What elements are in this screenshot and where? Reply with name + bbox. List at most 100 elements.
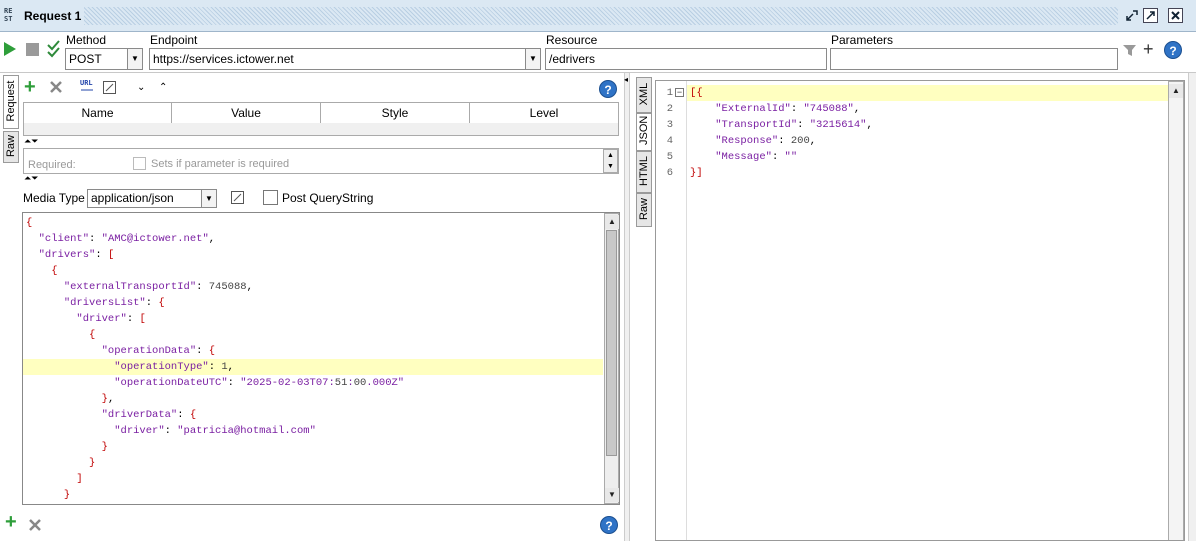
- title-stripe: [84, 7, 1118, 25]
- response-line: [{: [690, 87, 703, 99]
- endpoint-combobox[interactable]: https://services.ictower.net ▼: [149, 48, 541, 70]
- code-line: "externalTransportId": 745088,: [63, 281, 253, 293]
- response-line: "TransportId": "3215614",: [715, 119, 873, 131]
- required-checkbox[interactable]: [133, 157, 146, 170]
- add-param-icon[interactable]: +: [1143, 39, 1154, 60]
- chevron-down-icon[interactable]: ▼: [127, 49, 142, 69]
- delete-icon[interactable]: [49, 80, 63, 97]
- col-header-style[interactable]: Style: [321, 103, 470, 123]
- request-title: Request 1: [24, 9, 82, 23]
- run-icon[interactable]: [2, 41, 18, 60]
- code-line: {: [51, 265, 58, 277]
- help-icon-bottom[interactable]: ?: [600, 516, 618, 534]
- request-body-editor[interactable]: { "client": "AMC@ictower.net", "drivers"…: [22, 212, 620, 505]
- close-icon[interactable]: [1168, 8, 1183, 23]
- resource-input[interactable]: /edrivers: [545, 48, 827, 70]
- response-scrollbar[interactable]: ▲: [1168, 81, 1184, 540]
- code-line: {: [89, 329, 96, 341]
- delete-assertion-icon[interactable]: [28, 518, 42, 535]
- line-number: 1: [666, 87, 673, 99]
- maximize-icon[interactable]: [1143, 8, 1158, 23]
- help-icon-params[interactable]: ?: [599, 80, 617, 98]
- code-line: "operationDateUTC": "2025-02-03T07:51:00…: [114, 377, 405, 389]
- code-line: "driversList": {: [63, 297, 165, 309]
- uri-icon[interactable]: URL: [80, 80, 94, 95]
- post-querystring-label: Post QueryString: [282, 191, 374, 205]
- tab-html[interactable]: HTML: [636, 151, 652, 193]
- tab-raw-label: Raw: [5, 135, 17, 158]
- tab-json[interactable]: JSON: [636, 113, 652, 151]
- code-line: ]: [76, 473, 83, 485]
- col-header-level[interactable]: Level: [470, 103, 618, 123]
- code-line: "operationData": {: [101, 345, 216, 357]
- line-number: 5: [666, 151, 673, 163]
- media-type-value: application/json: [91, 191, 174, 205]
- method-label: Method: [66, 33, 107, 47]
- request-body-scrollbar[interactable]: ▲ ▼: [604, 213, 619, 504]
- code-line: }: [101, 441, 108, 453]
- chevron-down-icon[interactable]: ▼: [201, 190, 216, 207]
- title-bar: RE ST Request 1: [0, 0, 1196, 32]
- tab-json-label: JSON: [638, 115, 650, 145]
- tab-raw-response-label: Raw: [638, 198, 650, 221]
- response-line: "Message": "": [715, 151, 798, 163]
- endpoint-label: Endpoint: [150, 33, 198, 47]
- tab-request-label: Request: [5, 80, 17, 122]
- code-line: },: [101, 393, 115, 405]
- post-querystring-checkbox[interactable]: [263, 190, 278, 205]
- paste-params-icon[interactable]: [1122, 43, 1138, 60]
- fold-icon[interactable]: −: [675, 88, 684, 97]
- line-number: 6: [666, 167, 673, 179]
- code-line: "client": "AMC@ictower.net",: [38, 233, 216, 245]
- line-number: 2: [666, 103, 673, 115]
- request-body-text[interactable]: { "client": "AMC@ictower.net", "drivers"…: [26, 215, 404, 503]
- splitter[interactable]: [624, 73, 630, 541]
- edit-icon[interactable]: [231, 191, 244, 204]
- right-edge: [1188, 73, 1196, 541]
- resource-label: Resource: [546, 33, 598, 47]
- move-up-icon[interactable]: ⌃: [159, 82, 167, 93]
- response-viewer[interactable]: 1 2 3 4 5 6 − [{ "ExternalId": "745088", "Tra…: [655, 80, 1185, 541]
- help-icon[interactable]: ?: [1164, 41, 1182, 59]
- tab-raw[interactable]: Raw: [3, 131, 19, 163]
- response-text[interactable]: [{ "ExternalId": "745088", "TransportId"…: [690, 85, 873, 181]
- method-value: POST: [69, 52, 102, 66]
- scrollbar-thumb[interactable]: [606, 230, 617, 456]
- minimize-icon[interactable]: [1124, 8, 1139, 23]
- tab-request[interactable]: Request: [3, 75, 19, 129]
- col-header-name[interactable]: Name: [24, 103, 172, 123]
- code-line: {: [26, 217, 33, 229]
- code-line: "driver": [: [76, 313, 146, 325]
- collapse-toggle-icon[interactable]: ⏶⏷: [24, 137, 38, 146]
- required-scrollbar[interactable]: ▲ ▼: [603, 149, 618, 173]
- media-type-select[interactable]: application/json ▼: [87, 189, 217, 208]
- rest-icon: RE ST: [4, 7, 13, 23]
- collapse-left-icon[interactable]: ◂: [624, 75, 628, 84]
- tab-html-label: HTML: [638, 156, 650, 186]
- line-number: 3: [666, 119, 673, 131]
- code-line: "driverData": {: [101, 409, 197, 421]
- response-line: }]: [690, 167, 703, 179]
- validate-icon[interactable]: [46, 39, 62, 62]
- add-icon[interactable]: +: [24, 77, 36, 97]
- endpoint-value: https://services.ictower.net: [153, 52, 294, 66]
- collapse-toggle-icon-2[interactable]: ⏶⏷: [24, 174, 38, 183]
- chevron-down-icon[interactable]: ▼: [525, 49, 540, 69]
- code-line: }: [89, 457, 96, 469]
- move-down-icon[interactable]: ⌄: [137, 82, 145, 93]
- add-assertion-icon[interactable]: +: [5, 512, 17, 532]
- tab-xml[interactable]: XML: [636, 77, 652, 113]
- line-number: 4: [666, 135, 673, 147]
- stop-icon[interactable]: [26, 43, 39, 56]
- parameters-label: Parameters: [831, 33, 894, 47]
- response-line: "Response": 200,: [715, 135, 817, 147]
- divider: [0, 72, 1196, 73]
- code-line: }: [63, 489, 71, 501]
- tab-raw-response[interactable]: Raw: [636, 193, 652, 227]
- parameters-input[interactable]: [830, 48, 1118, 70]
- edit-icon[interactable]: [103, 81, 116, 94]
- method-select[interactable]: POST ▼: [65, 48, 143, 70]
- required-editor: [23, 148, 619, 174]
- col-header-value[interactable]: Value: [172, 103, 321, 123]
- response-line: "ExternalId": "745088",: [715, 103, 861, 115]
